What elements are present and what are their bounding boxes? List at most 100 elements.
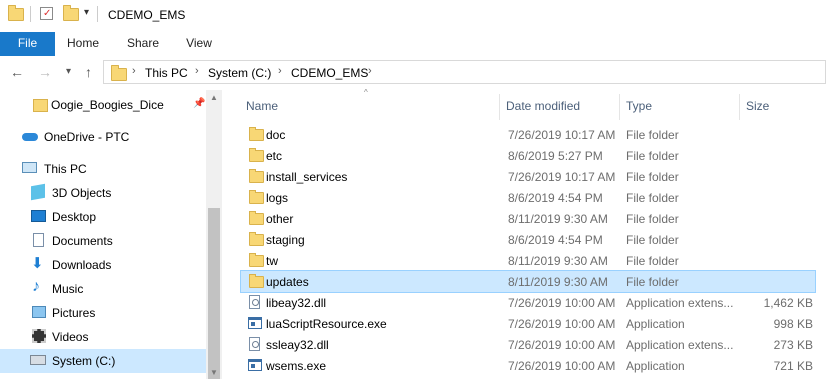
pin-icon[interactable]: 📌 xyxy=(193,98,205,109)
file-type: File folder xyxy=(626,212,679,226)
properties-icon[interactable]: ✓ xyxy=(40,7,53,20)
file-size: 721 KB xyxy=(773,359,813,373)
folder-icon xyxy=(8,5,24,21)
chevron-right-icon[interactable]: › xyxy=(195,65,199,77)
table-row[interactable]: libeay32.dll 7/26/2019 10:00 AM Applicat… xyxy=(241,292,815,313)
column-divider[interactable] xyxy=(499,94,500,120)
videos-icon xyxy=(32,329,46,343)
scroll-down-icon[interactable]: ▼ xyxy=(210,368,218,377)
file-name: updates xyxy=(266,275,309,289)
sidebar-item-label: Oogie_Boogies_Dice xyxy=(51,98,164,112)
pictures-icon xyxy=(32,306,46,318)
music-icon: ♪ xyxy=(32,278,40,295)
scroll-up-icon[interactable]: ▲ xyxy=(210,93,218,102)
folder-icon xyxy=(249,232,264,246)
file-type: Application extens... xyxy=(626,296,734,310)
folder-icon xyxy=(249,169,264,183)
up-icon[interactable]: ↑ xyxy=(85,64,92,80)
sidebar-item-videos[interactable]: Videos xyxy=(0,325,206,349)
chevron-right-icon[interactable]: › xyxy=(132,65,136,77)
file-type: File folder xyxy=(626,149,679,163)
file-date: 7/26/2019 10:00 AM xyxy=(508,296,616,310)
column-header-type[interactable]: Type xyxy=(626,99,652,113)
sidebar-item-this-pc[interactable]: This PC xyxy=(0,157,206,181)
file-date: 8/11/2019 9:30 AM xyxy=(508,275,608,289)
breadcrumb-this-pc[interactable]: This PC xyxy=(145,66,188,80)
sidebar-item-downloads[interactable]: ⬇ Downloads xyxy=(0,253,206,277)
file-type: File folder xyxy=(626,233,679,247)
downloads-icon: ⬇ xyxy=(31,255,44,272)
file-type: File folder xyxy=(626,170,679,184)
table-row[interactable]: other 8/11/2019 9:30 AM File folder xyxy=(241,208,815,229)
forward-icon[interactable]: → xyxy=(38,64,52,80)
tab-home[interactable]: Home xyxy=(58,32,108,56)
sidebar-item-oogie-boogies-dice[interactable]: Oogie_Boogies_Dice 📌 xyxy=(0,93,206,117)
table-row[interactable]: etc 8/6/2019 5:27 PM File folder xyxy=(241,145,815,166)
file-size: 1,462 KB xyxy=(763,296,813,310)
drive-icon xyxy=(30,355,46,365)
sort-ascending-icon: ^ xyxy=(364,88,368,97)
file-date: 8/6/2019 5:27 PM xyxy=(508,149,603,163)
exe-file-icon xyxy=(248,359,262,371)
table-row[interactable]: staging 8/6/2019 4:54 PM File folder xyxy=(241,229,815,250)
sidebar-item-label: Downloads xyxy=(52,258,112,272)
tab-view[interactable]: View xyxy=(174,32,224,56)
column-header-size[interactable]: Size xyxy=(746,99,769,113)
breadcrumb-cdemo-ems[interactable]: CDEMO_EMS xyxy=(291,66,368,80)
sidebar-item-onedrive[interactable]: OneDrive - PTC xyxy=(0,125,206,149)
file-type: File folder xyxy=(626,254,679,268)
table-row[interactable]: doc 7/26/2019 10:17 AM File folder xyxy=(241,124,815,145)
file-size: 273 KB xyxy=(773,338,813,352)
file-name: doc xyxy=(266,128,286,142)
sidebar-item-label: Pictures xyxy=(52,306,96,320)
file-name: tw xyxy=(266,254,278,268)
tab-share[interactable]: Share xyxy=(118,32,168,56)
sidebar-item-label: This PC xyxy=(44,162,87,176)
chevron-right-icon[interactable]: › xyxy=(368,65,372,77)
folder-icon xyxy=(33,99,48,112)
sidebar-item-label: Documents xyxy=(52,234,113,248)
recent-locations-icon[interactable]: ▾ xyxy=(66,66,71,77)
sidebar-item-documents[interactable]: Documents xyxy=(0,229,206,253)
sidebar-item-label: System (C:) xyxy=(52,354,116,368)
sidebar-item-desktop[interactable]: Desktop xyxy=(0,205,206,229)
table-row[interactable]: install_services 7/26/2019 10:17 AM File… xyxy=(241,166,815,187)
title-bar: ✓ ▾ CDEMO_EMS xyxy=(0,0,826,32)
cloud-icon xyxy=(22,133,38,141)
sidebar-item-3d-objects[interactable]: 3D Objects xyxy=(0,181,206,205)
tab-file[interactable]: File xyxy=(0,32,55,56)
folder-icon xyxy=(249,253,264,267)
chevron-right-icon[interactable]: › xyxy=(278,65,282,77)
column-divider[interactable] xyxy=(619,94,620,120)
table-row[interactable]: updates 8/11/2019 9:30 AM File folder xyxy=(240,270,816,293)
sidebar-item-music[interactable]: ♪ Music xyxy=(0,277,206,301)
breadcrumb-system-c[interactable]: System (C:) xyxy=(208,66,271,80)
table-row[interactable]: luaScriptResource.exe 7/26/2019 10:00 AM… xyxy=(241,313,815,334)
sidebar-item-pictures[interactable]: Pictures xyxy=(0,301,206,325)
address-bar[interactable]: › This PC › System (C:) › CDEMO_EMS › xyxy=(103,60,826,84)
back-icon[interactable]: ← xyxy=(10,64,24,80)
window-title: CDEMO_EMS xyxy=(108,8,186,22)
sidebar-item-label: 3D Objects xyxy=(52,186,112,200)
ribbon-tabs: File Home Share View xyxy=(0,32,826,57)
folder-icon xyxy=(249,148,264,162)
customize-toolbar-icon[interactable]: ▾ xyxy=(84,7,89,18)
table-row[interactable]: wsems.exe 7/26/2019 10:00 AM Application… xyxy=(241,355,815,376)
table-row[interactable]: logs 8/6/2019 4:54 PM File folder xyxy=(241,187,815,208)
table-row[interactable]: tw 8/11/2019 9:30 AM File folder xyxy=(241,250,815,271)
column-header-name[interactable]: Name xyxy=(246,99,278,113)
new-folder-icon[interactable] xyxy=(63,5,79,21)
table-row[interactable]: ssleay32.dll 7/26/2019 10:00 AM Applicat… xyxy=(241,334,815,355)
file-date: 7/26/2019 10:17 AM xyxy=(508,170,616,184)
column-header-date[interactable]: Date modified xyxy=(506,99,580,113)
folder-icon xyxy=(249,190,264,204)
sidebar-item-system-c[interactable]: System (C:) xyxy=(0,349,206,373)
column-divider[interactable] xyxy=(739,94,740,120)
file-name: logs xyxy=(266,191,289,205)
computer-icon xyxy=(22,162,37,173)
divider xyxy=(30,6,31,22)
file-size: 998 KB xyxy=(773,317,813,331)
file-date: 8/11/2019 9:30 AM xyxy=(508,212,608,226)
file-name: wsems.exe xyxy=(266,359,327,373)
nav-scrollbar-thumb[interactable] xyxy=(208,208,220,379)
